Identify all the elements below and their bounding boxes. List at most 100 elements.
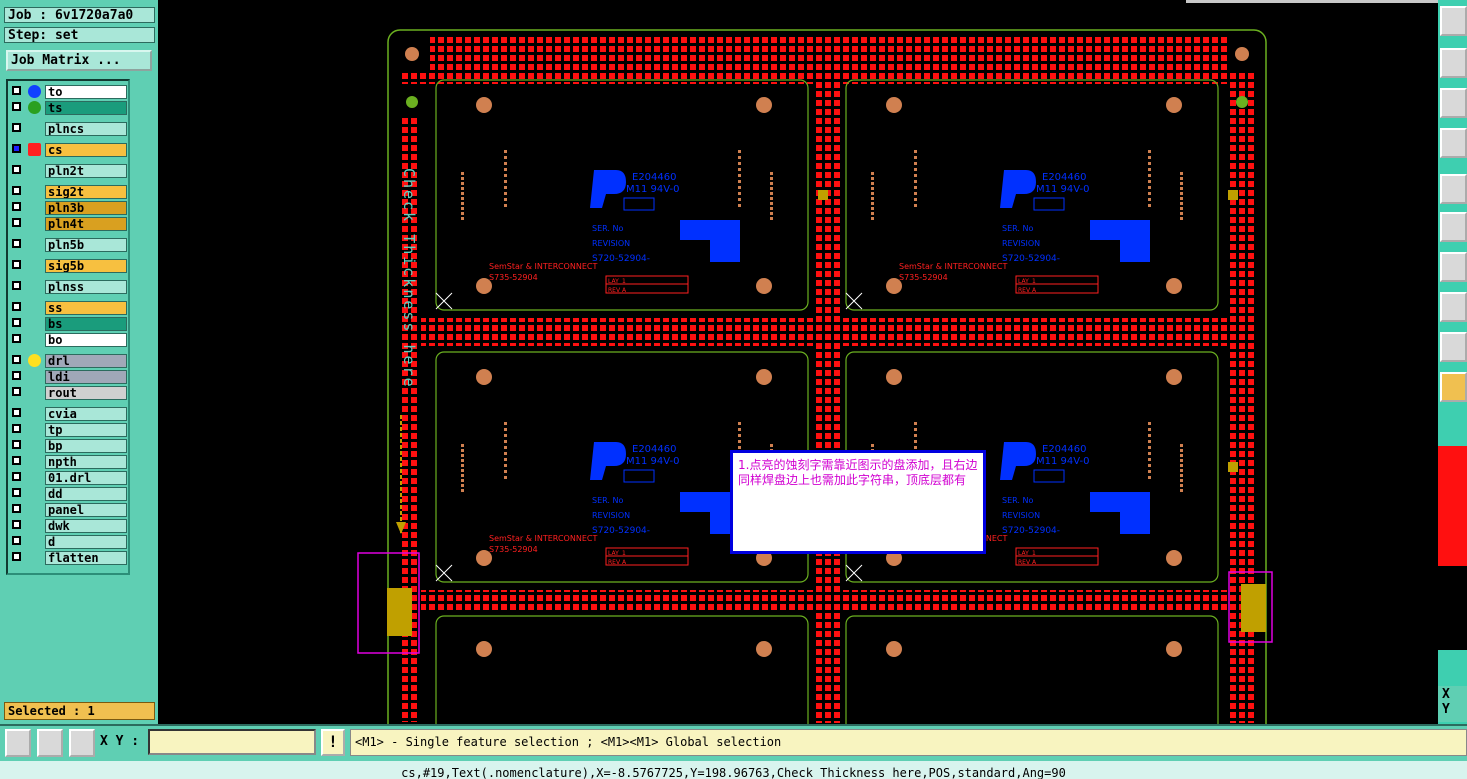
layer-row[interactable]: rout [11, 386, 128, 400]
zoom-window-icon[interactable] [1440, 6, 1467, 36]
grid-icon[interactable] [69, 729, 95, 757]
layer-name[interactable]: pln2t [45, 164, 127, 178]
layer-checkbox[interactable] [12, 123, 21, 132]
layer-name[interactable]: bs [45, 317, 127, 331]
layer-row[interactable]: tp [11, 423, 128, 437]
layer-row[interactable]: pln3b [11, 201, 128, 215]
layer-checkbox[interactable] [12, 520, 21, 529]
layer-checkbox[interactable] [12, 456, 21, 465]
layer-row[interactable]: 01.drl [11, 471, 128, 485]
layer-row[interactable]: dwk [11, 519, 128, 533]
layer-row[interactable]: panel [11, 503, 128, 517]
layer-row[interactable]: pln2t [11, 164, 128, 178]
pcb-panel-view[interactable]: E204460M11 94V-0SER. NoREVISIONS720-5290… [158, 0, 1438, 724]
layer-row[interactable]: pln5b [11, 238, 128, 252]
layer-name[interactable]: drl [45, 354, 127, 368]
layer-checkbox[interactable] [12, 536, 21, 545]
layer-checkbox[interactable] [12, 371, 21, 380]
smd-pad [1148, 422, 1151, 425]
graphics-canvas[interactable]: E204460 M11 94V-0 SER. No REVISION S720-5290… [158, 0, 1438, 724]
layer-row[interactable]: bp [11, 439, 128, 453]
layer-row[interactable]: ldi [11, 370, 128, 384]
layer-checkbox[interactable] [12, 318, 21, 327]
layer-checkbox[interactable] [12, 218, 21, 227]
snap-icon[interactable] [1440, 174, 1467, 204]
layer-name[interactable]: ss [45, 301, 127, 315]
fit-icon[interactable] [1440, 88, 1467, 118]
layer-row[interactable]: bo [11, 333, 128, 347]
layer-checkbox[interactable] [12, 239, 21, 248]
xy-input[interactable] [148, 729, 316, 755]
layer-checkbox[interactable] [12, 424, 21, 433]
layer-name[interactable]: sig2t [45, 185, 127, 199]
layer-name[interactable]: ldi [45, 370, 127, 384]
layer-checkbox[interactable] [12, 281, 21, 290]
select-box-icon[interactable] [1440, 292, 1467, 322]
redraw-icon[interactable] [1440, 128, 1467, 158]
layer-checkbox[interactable] [12, 355, 21, 364]
layer-name[interactable]: d [45, 535, 127, 549]
layer-name[interactable]: bp [45, 439, 127, 453]
layer-checkbox[interactable] [12, 472, 21, 481]
layer-checkbox[interactable] [12, 488, 21, 497]
layer-checkbox[interactable] [12, 552, 21, 561]
angle-icon[interactable] [1440, 332, 1467, 362]
layer-name[interactable]: panel [45, 503, 127, 517]
layer-name[interactable]: flatten [45, 551, 127, 565]
layer-name[interactable]: tp [45, 423, 127, 437]
layer-name[interactable]: dwk [45, 519, 127, 533]
layer-checkbox[interactable] [12, 387, 21, 396]
layer-name[interactable]: pln4t [45, 217, 127, 231]
job-matrix-button[interactable]: Job Matrix ... [6, 50, 152, 71]
layer-row[interactable]: flatten [11, 551, 128, 565]
layer-name[interactable]: plnss [45, 280, 127, 294]
layer-row[interactable]: plncs [11, 122, 128, 136]
layer-checkbox[interactable] [12, 408, 21, 417]
layer-row[interactable]: cs [11, 143, 128, 157]
layer-name[interactable]: pln5b [45, 238, 127, 252]
layer-checkbox[interactable] [12, 86, 21, 95]
layer-checkbox[interactable] [12, 260, 21, 269]
layer-checkbox[interactable] [12, 302, 21, 311]
layer-name[interactable]: rout [45, 386, 127, 400]
measure-icon[interactable] [1440, 252, 1467, 282]
zoom-diagonal-icon[interactable] [5, 729, 31, 757]
layer-checkbox[interactable] [12, 144, 21, 153]
layer-checkbox[interactable] [12, 186, 21, 195]
layer-name[interactable]: 01.drl [45, 471, 127, 485]
layer-row[interactable]: bs [11, 317, 128, 331]
layer-row[interactable]: npth [11, 455, 128, 469]
layer-row[interactable]: dd [11, 487, 128, 501]
layer-row[interactable]: sig2t [11, 185, 128, 199]
layer-name[interactable]: dd [45, 487, 127, 501]
layer-row[interactable]: ts [11, 101, 128, 115]
layer-name[interactable]: cvia [45, 407, 127, 421]
layer-name[interactable]: npth [45, 455, 127, 469]
layer-row[interactable]: drl [11, 354, 128, 368]
layer-name[interactable]: ts [45, 101, 127, 115]
layer-checkbox[interactable] [12, 165, 21, 174]
layer-name[interactable]: cs [45, 143, 127, 157]
layer-name[interactable]: to [45, 85, 127, 99]
layer-name[interactable]: bo [45, 333, 127, 347]
layer-checkbox[interactable] [12, 102, 21, 111]
layer-row[interactable]: d [11, 535, 128, 549]
connect-icon[interactable] [1440, 212, 1467, 242]
measure-angle-icon[interactable] [37, 729, 63, 757]
layer-row[interactable]: plnss [11, 280, 128, 294]
layer-name[interactable]: plncs [45, 122, 127, 136]
pointer-icon[interactable] [1440, 372, 1467, 402]
layer-row[interactable]: pln4t [11, 217, 128, 231]
layer-checkbox[interactable] [12, 202, 21, 211]
layer-row[interactable]: to [11, 85, 128, 99]
layer-row[interactable]: ss [11, 301, 128, 315]
layer-name[interactable]: pln3b [45, 201, 127, 215]
layer-checkbox[interactable] [12, 334, 21, 343]
layer-row[interactable]: cvia [11, 407, 128, 421]
layer-checkbox[interactable] [12, 440, 21, 449]
layer-row[interactable]: sig5b [11, 259, 128, 273]
layer-name[interactable]: sig5b [45, 259, 127, 273]
layer-checkbox[interactable] [12, 504, 21, 513]
warning-button[interactable]: ! [321, 729, 345, 756]
pan-icon[interactable] [1440, 48, 1467, 78]
